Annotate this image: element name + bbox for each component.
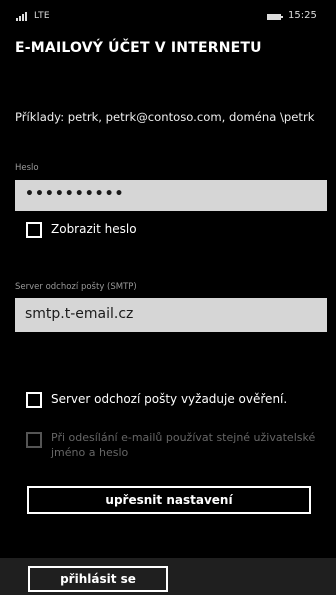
show-password-checkbox[interactable]: [26, 222, 42, 238]
same-credentials-label: Při odesílání e-mailů používat stejné už…: [51, 431, 316, 459]
signal-strength-icon: [16, 12, 30, 21]
password-label: Heslo: [15, 163, 39, 173]
battery-icon: [267, 14, 283, 20]
smtp-label: Server odchozí pošty (SMTP): [15, 282, 137, 292]
requires-auth-checkbox[interactable]: [26, 392, 42, 408]
advanced-settings-button[interactable]: upřesnit nastavení: [27, 486, 311, 514]
examples-hint: Příklady: petrk, petrk@contoso.com, domé…: [15, 110, 315, 124]
show-password-label: Zobrazit heslo: [51, 222, 137, 236]
password-field[interactable]: ••••••••••: [15, 180, 327, 211]
app-bar: přihlásit se: [0, 558, 336, 595]
status-bar: LTE 15:25: [0, 0, 336, 28]
page-title: E-MAILOVÝ ÚČET V INTERNETU: [15, 40, 262, 56]
requires-auth-label: Server odchozí pošty vyžaduje ověření.: [51, 392, 288, 406]
login-button[interactable]: přihlásit se: [28, 566, 168, 592]
clock: 15:25: [288, 10, 317, 21]
network-type: LTE: [34, 11, 50, 21]
smtp-server-field[interactable]: smtp.t-email.cz: [15, 298, 327, 332]
same-credentials-checkbox: [26, 432, 42, 448]
